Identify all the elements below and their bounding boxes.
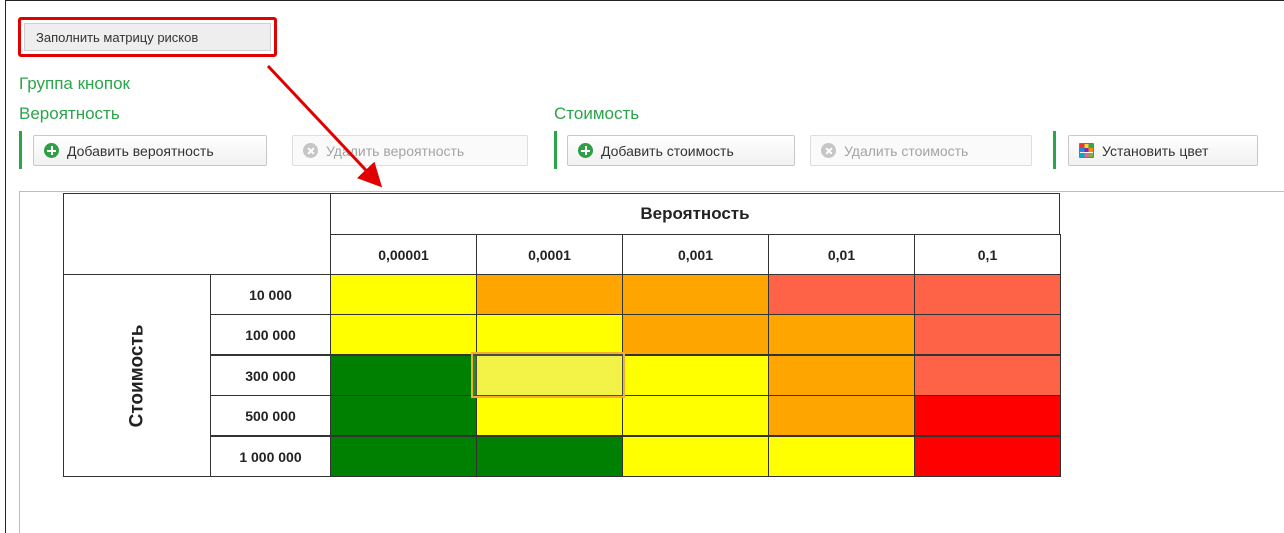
cost-row-header[interactable]: 300 000 [210, 355, 331, 396]
button-group-label: Группа кнопок [19, 74, 130, 93]
risk-cell[interactable] [330, 355, 477, 396]
add-icon [44, 143, 59, 158]
risk-cell[interactable] [476, 395, 623, 436]
set-color-label: Установить цвет [1102, 142, 1209, 159]
cost-row-header[interactable]: 10 000 [210, 274, 331, 315]
add-cost-label: Добавить стоимость [601, 142, 734, 159]
remove-probability-label: Удалить вероятность [326, 142, 465, 159]
remove-icon [821, 143, 836, 158]
risk-cell[interactable] [768, 395, 915, 436]
risk-cell[interactable] [768, 355, 915, 396]
risk-cell[interactable] [622, 274, 769, 315]
risk-cell[interactable] [914, 355, 1061, 396]
risk-cell[interactable] [476, 314, 623, 355]
add-probability-label: Добавить вероятность [67, 142, 214, 159]
remove-icon [303, 143, 318, 158]
cost-row-header[interactable]: 500 000 [210, 395, 331, 436]
cost-group-label: Стоимость [554, 104, 640, 123]
risk-cell[interactable] [622, 355, 769, 396]
remove-probability-button[interactable]: Удалить вероятность [292, 135, 528, 166]
risk-cell[interactable] [768, 314, 915, 355]
set-color-button[interactable]: Установить цвет [1068, 135, 1258, 166]
probability-column-header[interactable]: 0,0001 [476, 234, 623, 275]
cost-row-header[interactable]: 1 000 000 [210, 436, 331, 477]
risk-cell[interactable] [476, 274, 623, 315]
highlight-box: Заполнить матрицу рисков [18, 17, 277, 57]
risk-cell[interactable] [914, 274, 1061, 315]
cost-header-label: Стоимость [126, 324, 147, 427]
risk-cell[interactable] [914, 314, 1061, 355]
risk-cell[interactable] [914, 436, 1061, 477]
probability-group-label: Вероятность [19, 104, 120, 123]
add-icon [578, 143, 593, 158]
group-separator [554, 131, 557, 169]
risk-cell[interactable] [622, 314, 769, 355]
add-cost-button[interactable]: Добавить стоимость [567, 135, 795, 166]
remove-cost-button[interactable]: Удалить стоимость [810, 135, 1032, 166]
group-separator [19, 131, 22, 169]
risk-cell[interactable] [330, 314, 477, 355]
cost-header: Стоимость [63, 274, 211, 477]
risk-cell[interactable] [622, 436, 769, 477]
risk-cell[interactable] [622, 395, 769, 436]
group-separator [1053, 131, 1056, 169]
risk-cell[interactable] [330, 436, 477, 477]
probability-column-header[interactable]: 0,00001 [330, 234, 477, 275]
risk-cell[interactable] [768, 436, 915, 477]
risk-cell[interactable] [768, 274, 915, 315]
selected-cell-outline [471, 352, 625, 398]
cost-row-header[interactable]: 100 000 [210, 314, 331, 355]
palette-icon [1079, 143, 1094, 158]
probability-column-header[interactable]: 0,01 [768, 234, 915, 275]
probability-header: Вероятность [330, 193, 1060, 235]
risk-cell[interactable] [476, 436, 623, 477]
remove-cost-label: Удалить стоимость [844, 142, 969, 159]
risk-cell[interactable] [330, 274, 477, 315]
risk-cell[interactable] [330, 395, 477, 436]
matrix-corner-cell [63, 193, 331, 275]
risk-cell[interactable] [914, 395, 1061, 436]
add-probability-button[interactable]: Добавить вероятность [33, 135, 267, 166]
fill-risk-matrix-button[interactable]: Заполнить матрицу рисков [24, 23, 271, 51]
probability-column-header[interactable]: 0,001 [622, 234, 769, 275]
probability-column-header[interactable]: 0,1 [914, 234, 1061, 275]
